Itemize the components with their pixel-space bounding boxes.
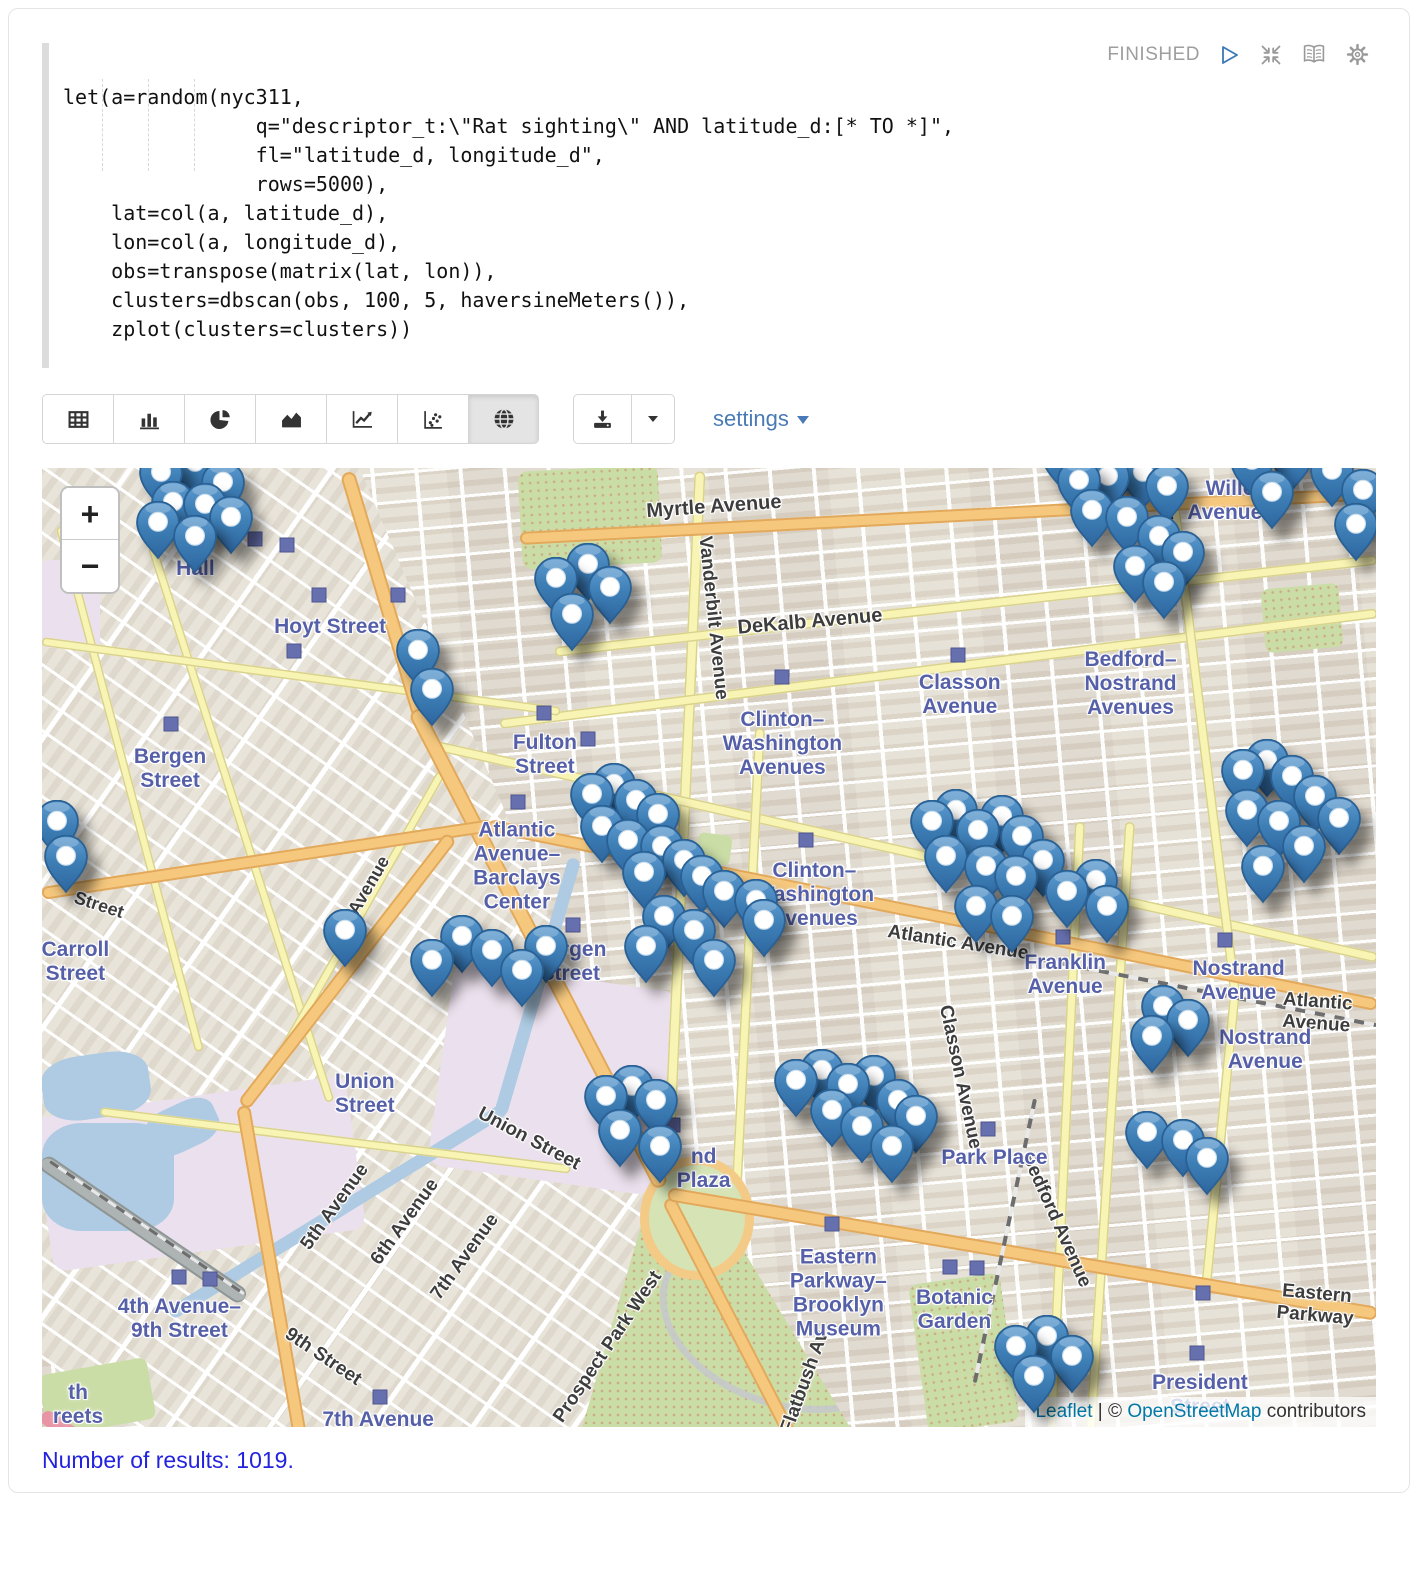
attribution-contributors: contributors [1261,1401,1366,1422]
display-toolbar: settings [42,394,1376,444]
download-caret-button[interactable] [631,394,675,444]
subway-station-square [312,587,327,602]
station-label: Botanic Garden [916,1286,993,1334]
subway-station-square [280,537,295,552]
status-badge: FINISHED [1107,44,1200,66]
paragraph-status-bar: FINISHED [1107,43,1369,66]
bar-chart-button[interactable] [113,394,184,444]
settings-label: settings [713,406,789,432]
subway-station-square [580,732,595,747]
map-marker-pin[interactable] [1011,1354,1057,1414]
map-marker-pin[interactable] [1184,1136,1230,1196]
map-marker-pin[interactable] [1084,884,1130,944]
compress-icon[interactable] [1260,44,1282,66]
attribution-separator: | © [1093,1401,1128,1422]
map-marker-pin[interactable] [549,592,595,652]
map-marker-pin[interactable] [172,513,218,573]
subway-station-square [1190,1346,1205,1361]
gear-icon[interactable] [1346,43,1369,66]
map-marker-pin[interactable] [1333,502,1376,562]
map-marker-pin[interactable] [691,937,737,997]
table-button[interactable] [42,394,113,444]
subway-station-square [164,717,179,732]
station-label: Atlantic Avenue– Barclays Center [473,819,561,916]
station-label: Bergen Street [134,745,206,793]
scatter-chart-button[interactable] [397,394,468,444]
map-marker-pin[interactable] [409,667,455,727]
station-label: th reets [53,1381,103,1427]
map-marker-pin[interactable] [1249,469,1295,529]
map-marker-pin[interactable] [637,1123,683,1183]
map-marker-pin[interactable] [322,908,368,968]
subway-station-square [824,1216,839,1231]
station-label: Park Place [941,1145,1047,1169]
notebook-paragraph: FINISHED [8,8,1410,1493]
station-label: 7th Avenue [322,1408,434,1427]
subway-station-square [1218,932,1233,947]
subway-station-square [172,1270,187,1285]
subway-station-square [970,1260,985,1275]
map-marker-pin[interactable] [1281,824,1327,884]
map-marker-pin[interactable] [623,924,669,984]
chevron-down-icon [797,416,809,430]
subway-station-square [799,833,814,848]
station-label: Clinton– Washington Avenues [723,708,842,780]
station-label: Nostrand Avenue [1219,1026,1311,1074]
subway-station-square [1055,929,1070,944]
subway-station-square [943,1259,958,1274]
station-label: Eastern Parkway– Brooklyn Museum [790,1245,887,1342]
subway-station-square [203,1272,218,1287]
subway-station-square [951,648,966,663]
station-label: nd Plaza [677,1145,731,1193]
map-marker-pin[interactable] [869,1123,915,1183]
map-marker-pin[interactable] [499,948,545,1008]
zoom-out-button[interactable]: − [62,540,118,592]
station-label: Carroll Street [42,938,109,986]
download-group [573,394,675,444]
map[interactable]: + − Leaflet | © OpenStreetMap contributo… [42,468,1376,1427]
map-attribution: Leaflet | © OpenStreetMap contributors [1025,1397,1376,1427]
subway-station-square [287,644,302,659]
area-chart-button[interactable] [255,394,326,444]
station-label: Classon Avenue [919,671,1001,719]
map-marker-pin[interactable] [409,937,455,997]
settings-toggle[interactable]: settings [713,406,809,432]
play-icon[interactable] [1220,45,1240,65]
download-button[interactable] [573,394,631,444]
subway-station-square [391,587,406,602]
chevron-down-icon [648,416,658,427]
chart-type-group [42,394,539,444]
map-marker-pin[interactable] [1240,843,1286,903]
subway-station-square [1195,1285,1210,1300]
map-marker-pin[interactable] [1141,560,1187,620]
street-label: Eastern Parkway [1276,1280,1357,1330]
line-chart-button[interactable] [326,394,397,444]
openstreetmap-link[interactable]: OpenStreetMap [1127,1401,1261,1422]
subway-station-square [511,794,526,809]
zoom-in-button[interactable]: + [62,488,118,540]
book-icon[interactable] [1302,44,1326,65]
station-label: 4th Avenue– 9th Street [118,1294,241,1342]
station-label: Hoyt Street [274,615,386,639]
map-marker-pin[interactable] [741,898,787,958]
station-label: Franklin Avenue [1024,951,1106,999]
subway-station-square [536,705,551,720]
code-editor[interactable]: let(a=random(nyc311, q="descriptor_t:\"R… [42,43,1376,368]
results-count: Number of results: 1019. [42,1447,1376,1474]
station-label: Bedford– Nostrand Avenues [1084,648,1176,720]
subway-station-square [775,670,790,685]
map-marker-pin[interactable] [1129,1014,1175,1074]
station-label: Fulton Street [513,731,577,779]
map-marker-pin[interactable] [989,894,1035,954]
zoom-control: + − [60,486,120,594]
station-label: Union Street [335,1070,395,1118]
map-globe-button[interactable] [468,394,539,444]
pie-chart-button[interactable] [184,394,255,444]
subway-station-square [372,1390,387,1405]
map-marker-pin[interactable] [43,834,89,894]
